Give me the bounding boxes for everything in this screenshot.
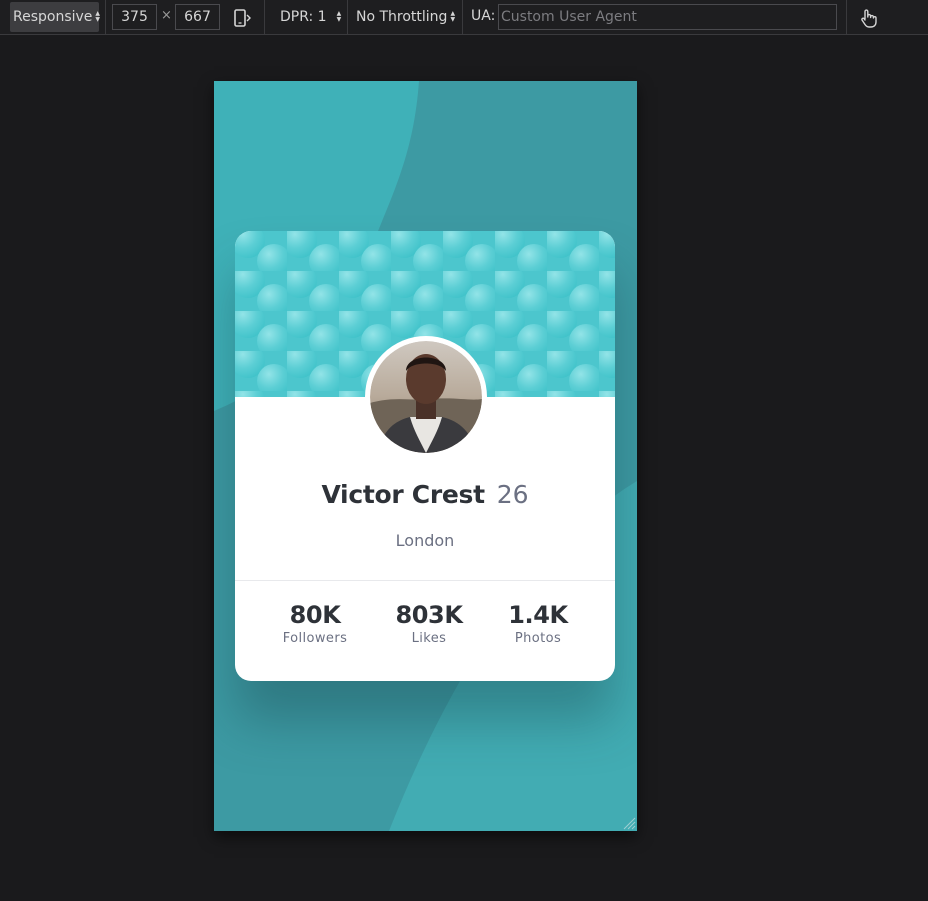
resize-handle-icon[interactable] — [622, 816, 636, 830]
device-viewport: Victor Crest 26 London 80K Followers 803… — [214, 81, 637, 831]
device-mode-select[interactable]: Responsive ▲ ▼ — [10, 2, 101, 32]
stat-photos: 1.4K Photos — [483, 601, 593, 646]
profile-location: London — [395, 531, 455, 550]
throttling-label: No Throttling — [356, 9, 448, 25]
updown-arrows-icon: ▲ ▼ — [95, 10, 101, 23]
toolbar-separator — [462, 0, 463, 35]
stat-likes: 803K Likes — [374, 601, 484, 646]
profile-card: Victor Crest 26 London 80K Followers 803… — [235, 231, 615, 681]
ua-label: UA: — [471, 8, 496, 24]
throttling-select[interactable]: No Throttling ▲ ▼ — [353, 2, 455, 32]
stat-value: 1.4K — [508, 601, 568, 629]
avatar — [370, 341, 482, 453]
profile-name: Victor Crest — [321, 480, 485, 509]
device-toolbar: Responsive ▲▼ × DPR: 1 ▲▼ No Throttling … — [0, 0, 928, 35]
updown-arrows-icon: ▲ ▼ — [450, 10, 456, 23]
times-sign: × — [161, 8, 172, 23]
dpr-select[interactable]: DPR: 1 ▲ ▼ — [277, 2, 341, 32]
toolbar-separator — [264, 0, 265, 35]
stat-label: Photos — [514, 631, 562, 646]
toolbar-separator — [105, 0, 106, 35]
width-input[interactable] — [112, 4, 157, 30]
toolbar-separator — [347, 0, 348, 35]
stat-value: 803K — [395, 601, 463, 629]
stat-value: 80K — [289, 601, 341, 629]
updown-arrows-icon: ▲ ▼ — [336, 10, 342, 23]
dpr-label: DPR: 1 — [280, 9, 327, 25]
height-input[interactable] — [175, 4, 220, 30]
avatar-ring — [365, 336, 487, 458]
profile-age: 26 — [496, 480, 529, 509]
stat-label: Followers — [282, 631, 348, 646]
stat-label: Likes — [411, 631, 447, 646]
device-mode-label: Responsive — [13, 9, 93, 25]
toolbar-separator — [846, 0, 847, 35]
user-agent-input[interactable] — [498, 4, 837, 30]
card-divider — [235, 580, 615, 581]
profile-name-line: Victor Crest 26 — [235, 480, 615, 509]
rotate-device-icon[interactable] — [232, 8, 252, 28]
stat-followers: 80K Followers — [260, 601, 370, 646]
touch-simulation-icon[interactable] — [857, 7, 879, 29]
